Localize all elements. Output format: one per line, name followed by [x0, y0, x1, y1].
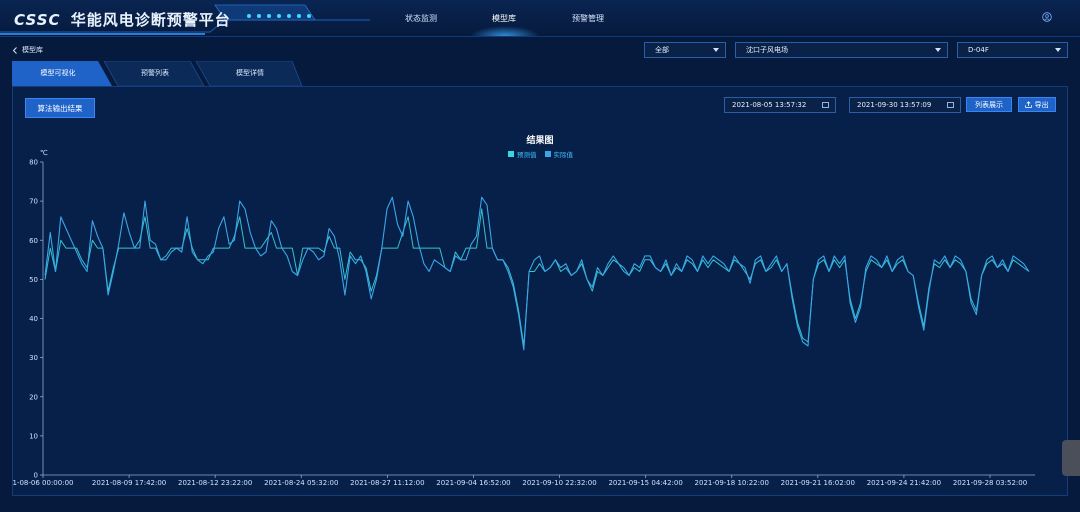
y-tick-label: 50 [29, 276, 38, 284]
y-tick-label: 60 [29, 237, 38, 245]
x-tick-label: 2021-08-09 17:42:00 [92, 479, 166, 487]
x-tick-label: 2021-09-21 16:02:00 [781, 479, 855, 487]
x-tick-label: 2021-09-18 10:22:00 [695, 479, 769, 487]
series-line-predicted[interactable] [44, 208, 1030, 347]
y-tick-label: 10 [29, 432, 38, 440]
series-line-actual[interactable] [44, 196, 1030, 351]
x-tick-label: 2021-09-15 04:42:00 [608, 479, 682, 487]
y-tick-label: 70 [29, 198, 38, 206]
y-tick-label: 30 [29, 354, 38, 362]
y-tick-label: 80 [29, 159, 38, 167]
side-drawer-handle[interactable] [1062, 440, 1080, 476]
x-tick-label: 2021-08-27 11:12:00 [350, 479, 424, 487]
x-tick-label: 2021-08-24 05:32:00 [264, 479, 338, 487]
x-tick-label: 2021-09-04 16:52:00 [436, 479, 510, 487]
x-tick-label: 1-08-06 00:00:00 [13, 479, 74, 487]
result-chart: 010203040506070801-08-06 00:00:00 2021-08… [13, 149, 1035, 487]
x-tick-label: 2021-09-10 22:32:00 [522, 479, 596, 487]
x-tick-label: 2021-08-12 23:22:00 [178, 479, 252, 487]
x-tick-label: 2021-09-28 03:52:00 [953, 479, 1027, 487]
y-tick-label: 20 [29, 393, 38, 401]
y-axis-unit: ℃ [40, 149, 48, 157]
y-tick-label: 40 [29, 315, 38, 323]
x-tick-label: 2021-09-24 21:42:00 [867, 479, 941, 487]
